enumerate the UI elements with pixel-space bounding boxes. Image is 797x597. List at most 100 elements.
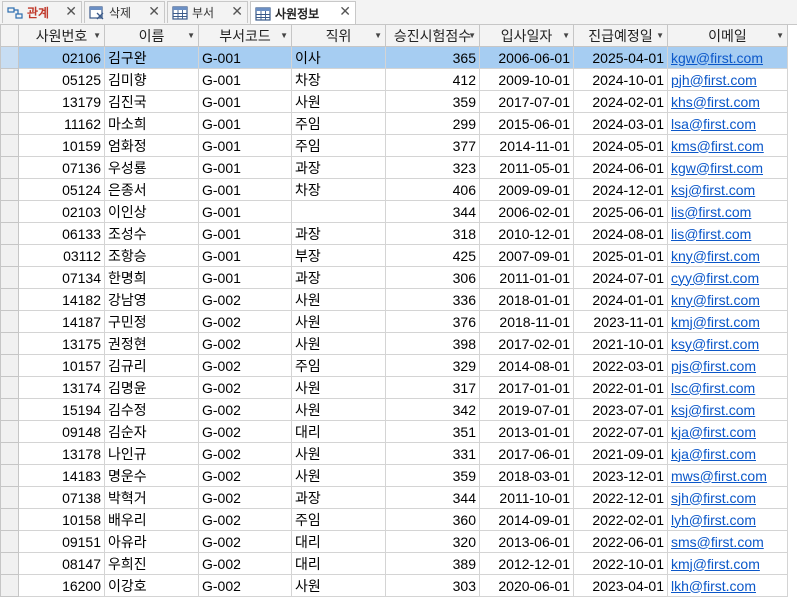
sort-dropdown-icon[interactable]: ▼ bbox=[776, 31, 784, 40]
record-selector[interactable] bbox=[0, 552, 19, 575]
column-header[interactable]: 승진시험점수 ▼ bbox=[385, 24, 480, 47]
name-cell[interactable]: 엄화정 bbox=[104, 134, 199, 157]
score-cell[interactable]: 299 bbox=[385, 112, 480, 135]
hire-date-cell[interactable]: 2017-07-01 bbox=[479, 90, 574, 113]
name-cell[interactable]: 우희진 bbox=[104, 552, 199, 575]
record-selector[interactable] bbox=[0, 222, 19, 245]
dept-code-cell[interactable]: G-002 bbox=[198, 376, 292, 399]
record-selector[interactable] bbox=[0, 464, 19, 487]
record-selector[interactable] bbox=[0, 376, 19, 399]
hire-date-cell[interactable]: 2018-03-01 bbox=[479, 464, 574, 487]
hire-date-cell[interactable]: 2009-10-01 bbox=[479, 68, 574, 91]
name-cell[interactable]: 조성수 bbox=[104, 222, 199, 245]
close-icon[interactable]: ✕ bbox=[231, 4, 243, 20]
record-selector[interactable] bbox=[0, 508, 19, 531]
dept-code-cell[interactable]: G-002 bbox=[198, 464, 292, 487]
column-header[interactable]: 입사일자 ▼ bbox=[479, 24, 574, 47]
column-header[interactable]: 직위 ▼ bbox=[291, 24, 386, 47]
email-link[interactable]: pjh@first.com bbox=[667, 68, 788, 91]
hire-date-cell[interactable]: 2018-01-01 bbox=[479, 288, 574, 311]
record-selector[interactable] bbox=[0, 354, 19, 377]
promotion-date-cell[interactable]: 2023-11-01 bbox=[573, 310, 668, 333]
promotion-date-cell[interactable]: 2022-01-01 bbox=[573, 376, 668, 399]
email-link[interactable]: lsa@first.com bbox=[667, 112, 788, 135]
email-link[interactable]: kja@first.com bbox=[667, 442, 788, 465]
tab-employee-info[interactable]: 사원정보 ✕ bbox=[250, 1, 356, 25]
table-row[interactable]: 13175 권정현 G-002 사원 398 2017-02-01 2021-10-01 ks… bbox=[0, 332, 788, 355]
table-row[interactable]: 08147 우희진 G-002 대리 389 2012-12-01 2022-10-01 km… bbox=[0, 552, 788, 575]
promotion-date-cell[interactable]: 2023-12-01 bbox=[573, 464, 668, 487]
hire-date-cell[interactable]: 2018-11-01 bbox=[479, 310, 574, 333]
dept-code-cell[interactable]: G-001 bbox=[198, 178, 292, 201]
hire-date-cell[interactable]: 2011-10-01 bbox=[479, 486, 574, 509]
score-cell[interactable]: 359 bbox=[385, 90, 480, 113]
table-row[interactable]: 14183 명운수 G-002 사원 359 2018-03-01 2023-12-01 mw… bbox=[0, 464, 788, 487]
position-cell[interactable]: 사원 bbox=[291, 574, 386, 597]
email-link[interactable]: kja@first.com bbox=[667, 420, 788, 443]
promotion-date-cell[interactable]: 2024-10-01 bbox=[573, 68, 668, 91]
employee-id-cell[interactable]: 16200 bbox=[18, 574, 105, 597]
position-cell[interactable]: 대리 bbox=[291, 530, 386, 553]
dept-code-cell[interactable]: G-001 bbox=[198, 46, 292, 69]
name-cell[interactable]: 이인상 bbox=[104, 200, 199, 223]
table-row[interactable]: 16200 이강호 G-002 사원 303 2020-06-01 2023-04-01 lk… bbox=[0, 574, 788, 597]
position-cell[interactable]: 사원 bbox=[291, 376, 386, 399]
dept-code-cell[interactable]: G-001 bbox=[198, 134, 292, 157]
close-icon[interactable]: ✕ bbox=[148, 4, 160, 20]
record-selector[interactable] bbox=[0, 112, 19, 135]
record-selector[interactable] bbox=[0, 156, 19, 179]
score-cell[interactable]: 331 bbox=[385, 442, 480, 465]
hire-date-cell[interactable]: 2010-12-01 bbox=[479, 222, 574, 245]
position-cell[interactable]: 과장 bbox=[291, 486, 386, 509]
employee-id-cell[interactable]: 10159 bbox=[18, 134, 105, 157]
name-cell[interactable]: 마소희 bbox=[104, 112, 199, 135]
hire-date-cell[interactable]: 2006-06-01 bbox=[479, 46, 574, 69]
email-link[interactable]: lsc@first.com bbox=[667, 376, 788, 399]
record-selector[interactable] bbox=[0, 332, 19, 355]
score-cell[interactable]: 406 bbox=[385, 178, 480, 201]
table-row[interactable]: 15194 김수정 G-002 사원 342 2019-07-01 2023-07-01 ks… bbox=[0, 398, 788, 421]
promotion-date-cell[interactable]: 2022-10-01 bbox=[573, 552, 668, 575]
hire-date-cell[interactable]: 2017-02-01 bbox=[479, 332, 574, 355]
hire-date-cell[interactable]: 2013-01-01 bbox=[479, 420, 574, 443]
employee-id-cell[interactable]: 06133 bbox=[18, 222, 105, 245]
position-cell[interactable]: 사원 bbox=[291, 398, 386, 421]
record-selector[interactable] bbox=[0, 442, 19, 465]
column-header[interactable]: 사원번호 ▼ bbox=[18, 24, 105, 47]
email-link[interactable]: kgw@first.com bbox=[667, 46, 788, 69]
email-link[interactable]: ksj@first.com bbox=[667, 398, 788, 421]
table-row[interactable]: 10158 배우리 G-002 주임 360 2014-09-01 2022-02-01 ly… bbox=[0, 508, 788, 531]
table-row[interactable]: 10159 엄화정 G-001 주임 377 2014-11-01 2024-05-01 km… bbox=[0, 134, 788, 157]
score-cell[interactable]: 320 bbox=[385, 530, 480, 553]
name-cell[interactable]: 이강호 bbox=[104, 574, 199, 597]
name-cell[interactable]: 김구완 bbox=[104, 46, 199, 69]
score-cell[interactable]: 412 bbox=[385, 68, 480, 91]
position-cell[interactable] bbox=[291, 200, 386, 223]
position-cell[interactable]: 주임 bbox=[291, 112, 386, 135]
position-cell[interactable]: 과장 bbox=[291, 266, 386, 289]
hire-date-cell[interactable]: 2007-09-01 bbox=[479, 244, 574, 267]
hire-date-cell[interactable]: 2011-05-01 bbox=[479, 156, 574, 179]
score-cell[interactable]: 360 bbox=[385, 508, 480, 531]
email-link[interactable]: kny@first.com bbox=[667, 288, 788, 311]
column-header[interactable]: 이메일 ▼ bbox=[667, 24, 788, 47]
dept-code-cell[interactable]: G-002 bbox=[198, 442, 292, 465]
score-cell[interactable]: 377 bbox=[385, 134, 480, 157]
position-cell[interactable]: 사원 bbox=[291, 332, 386, 355]
dept-code-cell[interactable]: G-002 bbox=[198, 530, 292, 553]
hire-date-cell[interactable]: 2013-06-01 bbox=[479, 530, 574, 553]
column-header[interactable]: 이름 ▼ bbox=[104, 24, 199, 47]
dept-code-cell[interactable]: G-001 bbox=[198, 68, 292, 91]
hire-date-cell[interactable]: 2011-01-01 bbox=[479, 266, 574, 289]
name-cell[interactable]: 명운수 bbox=[104, 464, 199, 487]
score-cell[interactable]: 344 bbox=[385, 486, 480, 509]
position-cell[interactable]: 과장 bbox=[291, 222, 386, 245]
hire-date-cell[interactable]: 2009-09-01 bbox=[479, 178, 574, 201]
position-cell[interactable]: 사원 bbox=[291, 442, 386, 465]
email-link[interactable]: kny@first.com bbox=[667, 244, 788, 267]
record-selector[interactable] bbox=[0, 46, 19, 69]
employee-id-cell[interactable]: 14183 bbox=[18, 464, 105, 487]
score-cell[interactable]: 398 bbox=[385, 332, 480, 355]
employee-id-cell[interactable]: 13179 bbox=[18, 90, 105, 113]
promotion-date-cell[interactable]: 2024-12-01 bbox=[573, 178, 668, 201]
